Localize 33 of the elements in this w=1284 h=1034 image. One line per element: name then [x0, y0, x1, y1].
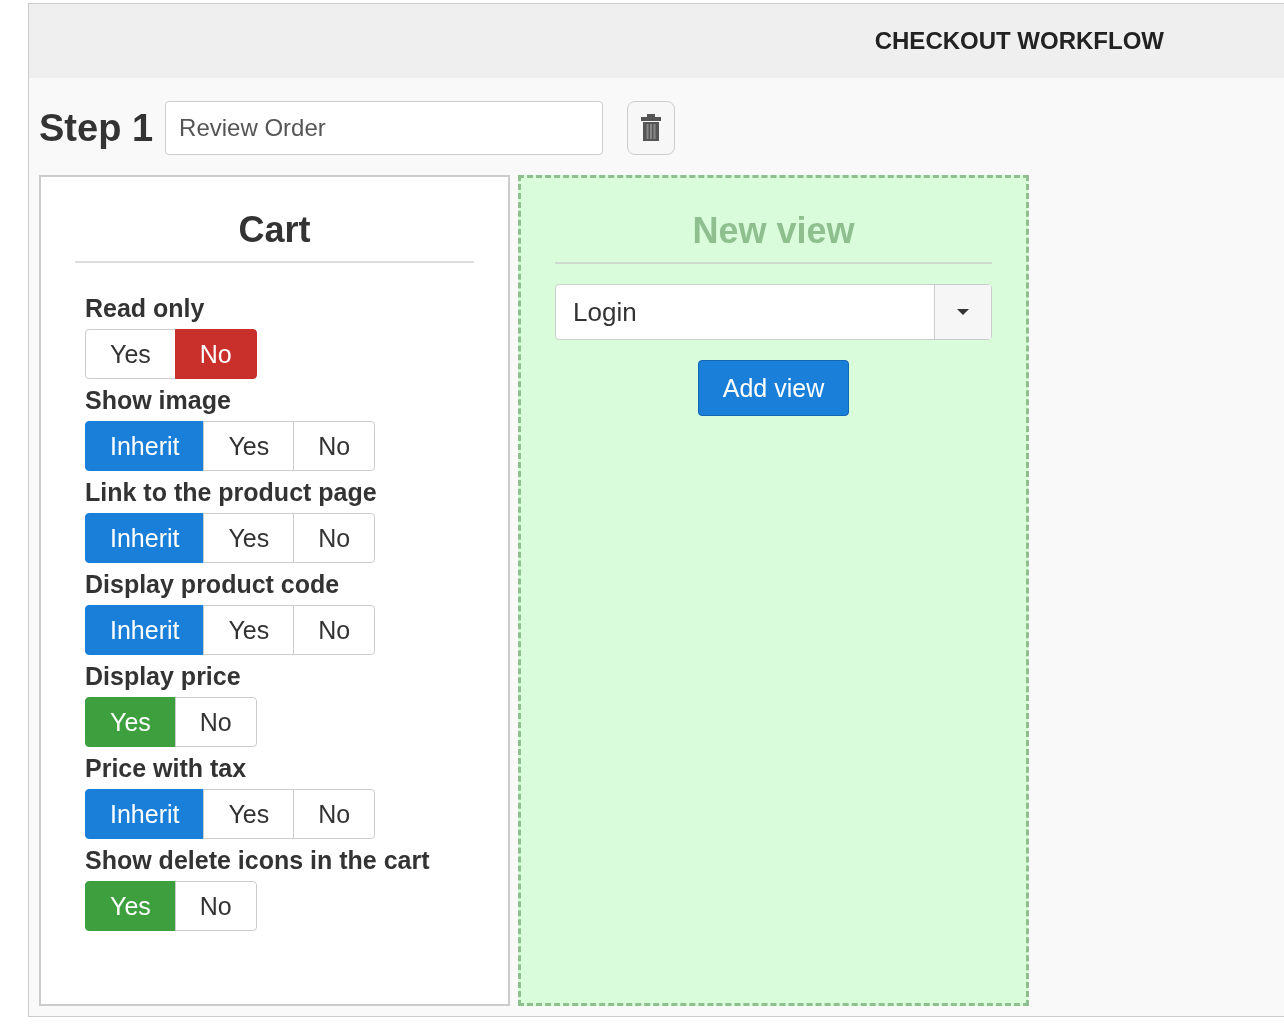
add-view-button[interactable]: Add view [697, 360, 850, 416]
setting-label: Link to the product page [85, 477, 377, 508]
step-label: Step 1 [39, 106, 154, 150]
toggle-option[interactable]: No [174, 697, 257, 747]
cart-title: Cart [75, 177, 474, 263]
step-name-field[interactable]: Review Order [165, 101, 604, 155]
view-select[interactable]: Login [555, 284, 992, 340]
toggle-option[interactable]: No [293, 789, 376, 839]
toggle-option[interactable]: No [174, 329, 257, 379]
toggle-option[interactable]: Inherit [85, 605, 205, 655]
new-view-title: New view [555, 178, 992, 264]
setting-label: Display product code [85, 569, 340, 600]
toggle-option[interactable]: Yes [85, 329, 176, 379]
setting-label: Price with tax [85, 753, 247, 784]
workflow-title: CHECKOUT WORKFLOW [874, 27, 1164, 55]
setting-label: Display price [85, 661, 241, 692]
delete-button[interactable] [627, 101, 676, 155]
toggle-option[interactable]: Yes [203, 421, 295, 471]
toggle-option[interactable]: No [293, 421, 376, 471]
toggle-option[interactable]: Inherit [85, 513, 205, 563]
toggle-option[interactable]: No [174, 881, 257, 931]
setting-label: Show delete icons in the cart [85, 845, 430, 876]
toggle-option[interactable]: Inherit [85, 789, 205, 839]
trash-icon [640, 113, 663, 143]
toggle-option[interactable]: Yes [203, 513, 295, 563]
toggle-option[interactable]: No [293, 605, 376, 655]
setting-label: Read only [85, 293, 205, 324]
setting-label: Show image [85, 385, 231, 416]
toggle-option[interactable]: Inherit [85, 421, 205, 471]
toggle-option[interactable]: No [293, 513, 376, 563]
toggle-option[interactable]: Yes [203, 789, 295, 839]
toggle-option[interactable]: Yes [203, 605, 295, 655]
caret-icon [956, 308, 970, 316]
